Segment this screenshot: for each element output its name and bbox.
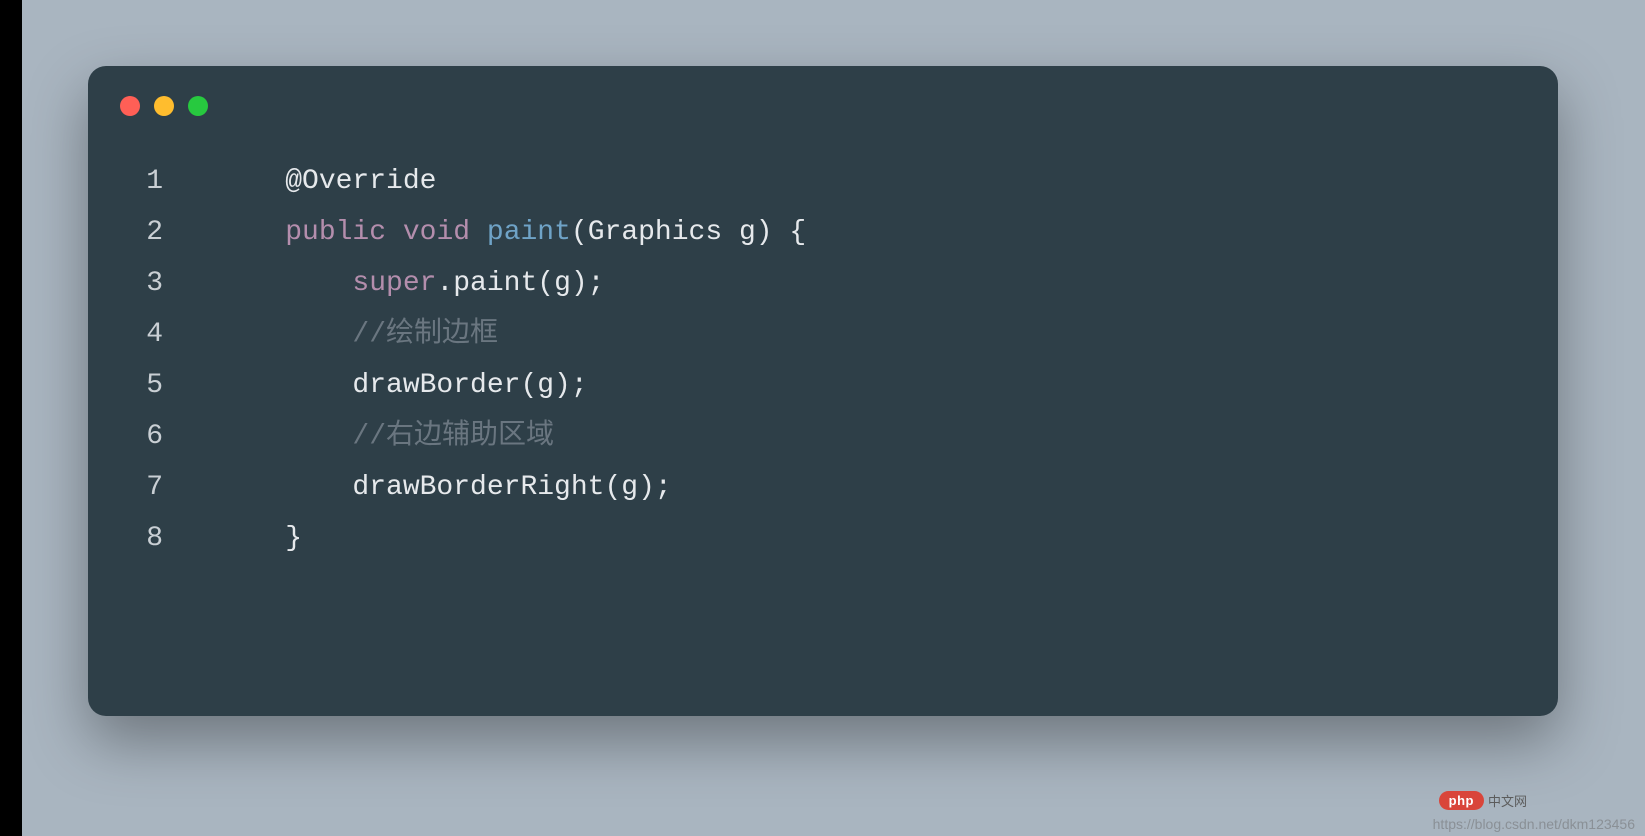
line-number: 6 [128,411,218,462]
badge-text: 中文网 [1488,791,1527,810]
code-content: //绘制边框 [218,309,498,360]
line-number: 4 [128,309,218,360]
code-content: drawBorder(g); [218,360,588,411]
code-line: 1 @Override [128,156,1518,207]
code-card: 1 @Override2 public void paint(Graphics … [88,66,1558,716]
line-number: 3 [128,258,218,309]
watermark-badge: php 中文网 [1439,791,1527,810]
code-line: 6 //右边辅助区域 [128,411,1518,462]
code-line: 4 //绘制边框 [128,309,1518,360]
code-line: 7 drawBorderRight(g); [128,462,1518,513]
code-content: } [218,513,302,564]
line-number: 5 [128,360,218,411]
maximize-icon[interactable] [188,96,208,116]
code-line: 8 } [128,513,1518,564]
line-number: 8 [128,513,218,564]
code-content: //右边辅助区域 [218,411,554,462]
left-strip [0,0,22,836]
code-line: 3 super.paint(g); [128,258,1518,309]
line-number: 7 [128,462,218,513]
minimize-icon[interactable] [154,96,174,116]
code-content: public void paint(Graphics g) { [218,207,806,258]
line-number: 2 [128,207,218,258]
code-content: drawBorderRight(g); [218,462,672,513]
badge-pill: php [1439,791,1484,810]
line-number: 1 [128,156,218,207]
close-icon[interactable] [120,96,140,116]
window-controls [120,96,1518,116]
code-block: 1 @Override2 public void paint(Graphics … [128,156,1518,564]
watermark-url: https://blog.csdn.net/dkm123456 [1433,816,1635,832]
code-content: super.paint(g); [218,258,604,309]
code-line: 2 public void paint(Graphics g) { [128,207,1518,258]
code-content: @Override [218,156,436,207]
code-line: 5 drawBorder(g); [128,360,1518,411]
